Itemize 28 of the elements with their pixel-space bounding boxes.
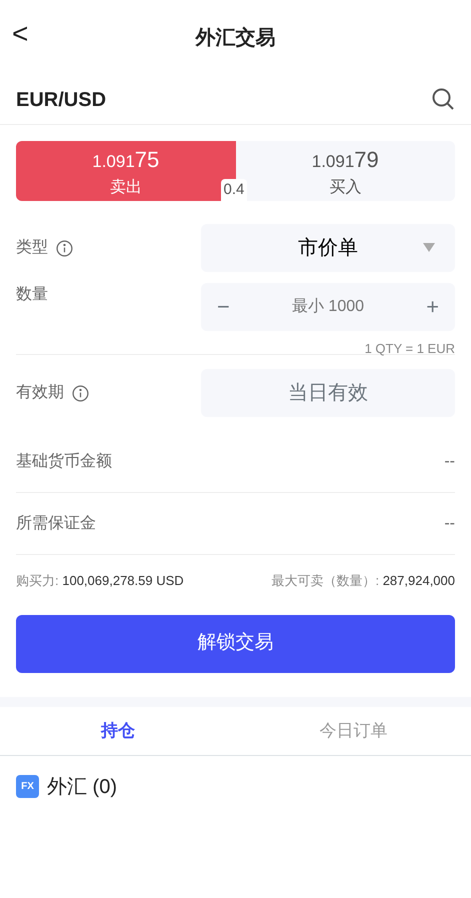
tab[interactable]: 持仓 — [0, 706, 236, 754]
back-button[interactable]: < — [8, 20, 32, 48]
field-label: 数量 — [16, 285, 48, 305]
plus-button[interactable]: + — [426, 290, 439, 324]
spread-label: 0.4 — [220, 178, 248, 201]
field-label: 基础货币金额 — [16, 452, 112, 472]
field-label: 类型 — [16, 238, 48, 258]
summary-text: 购买力: 100,069,278.59 USD — [16, 572, 184, 590]
info-icon[interactable] — [56, 240, 73, 256]
minus-button[interactable]: − — [217, 290, 230, 324]
unlock-trade-button[interactable]: 解锁交易 — [16, 614, 455, 672]
dropdown-caret-icon — [423, 243, 435, 253]
order-type-select[interactable]: 市价单 — [201, 224, 455, 272]
field-label: 所需保证金 — [16, 514, 96, 534]
unit-note: 1 QTY = 1 EUR — [364, 340, 455, 358]
symbol-title: EUR/USD — [16, 88, 106, 112]
info-icon[interactable] — [72, 384, 89, 402]
search-button[interactable] — [431, 87, 455, 112]
positions-group-label[interactable]: 外汇 (0) — [47, 772, 117, 802]
page-title: 外汇交易 — [196, 26, 276, 50]
tab[interactable]: 今日订单 — [236, 706, 471, 754]
fx-badge: FX — [16, 775, 39, 798]
quantity-field[interactable]: − 最小 1000 + — [201, 283, 455, 331]
field-value: -- — [444, 452, 455, 472]
field-value: -- — [444, 514, 455, 534]
summary-text: 最大可卖（数量）: 287,924,000 — [271, 572, 455, 590]
field-label: 有效期 — [16, 383, 64, 403]
validity-field[interactable]: 当日有效 — [201, 369, 455, 417]
